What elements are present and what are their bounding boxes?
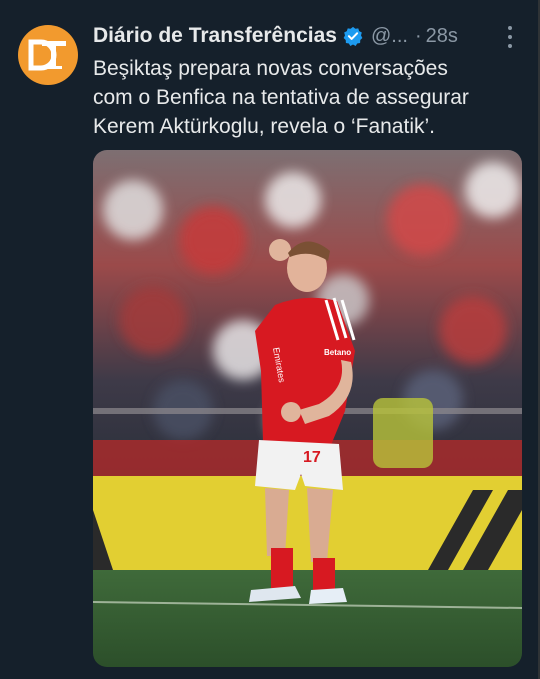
jersey-number: 17 — [303, 449, 321, 466]
header-separator: · — [414, 24, 422, 47]
tweet-text-line: com o Benfica na tentativa de assegurar — [93, 86, 469, 109]
tweet-text-line: Beşiktaş prepara novas conversações — [93, 57, 448, 80]
tweet-text-line: Kerem Aktürkoglu, revela o ‘Fanatik’. — [93, 115, 435, 138]
account-name[interactable]: Diário de Transferências — [93, 24, 337, 48]
tweet-timestamp[interactable]: 28s — [426, 25, 458, 48]
tweet-media-photo[interactable]: 17 Emirates Betano — [93, 150, 522, 667]
tweet-text: Beşiktaş prepara novas conversações com … — [93, 54, 523, 141]
more-options-icon[interactable] — [506, 26, 514, 48]
tweet-header: Diário de Transferências @... · 28s — [93, 22, 520, 50]
account-avatar[interactable]: DT — [18, 25, 78, 85]
shirt-sponsor-2: Betano — [324, 348, 351, 357]
account-handle[interactable]: @... — [371, 25, 408, 48]
football-player-photo: 17 Emirates Betano — [93, 150, 522, 667]
dt-logo-icon — [28, 39, 66, 71]
verified-badge-icon — [343, 26, 363, 46]
